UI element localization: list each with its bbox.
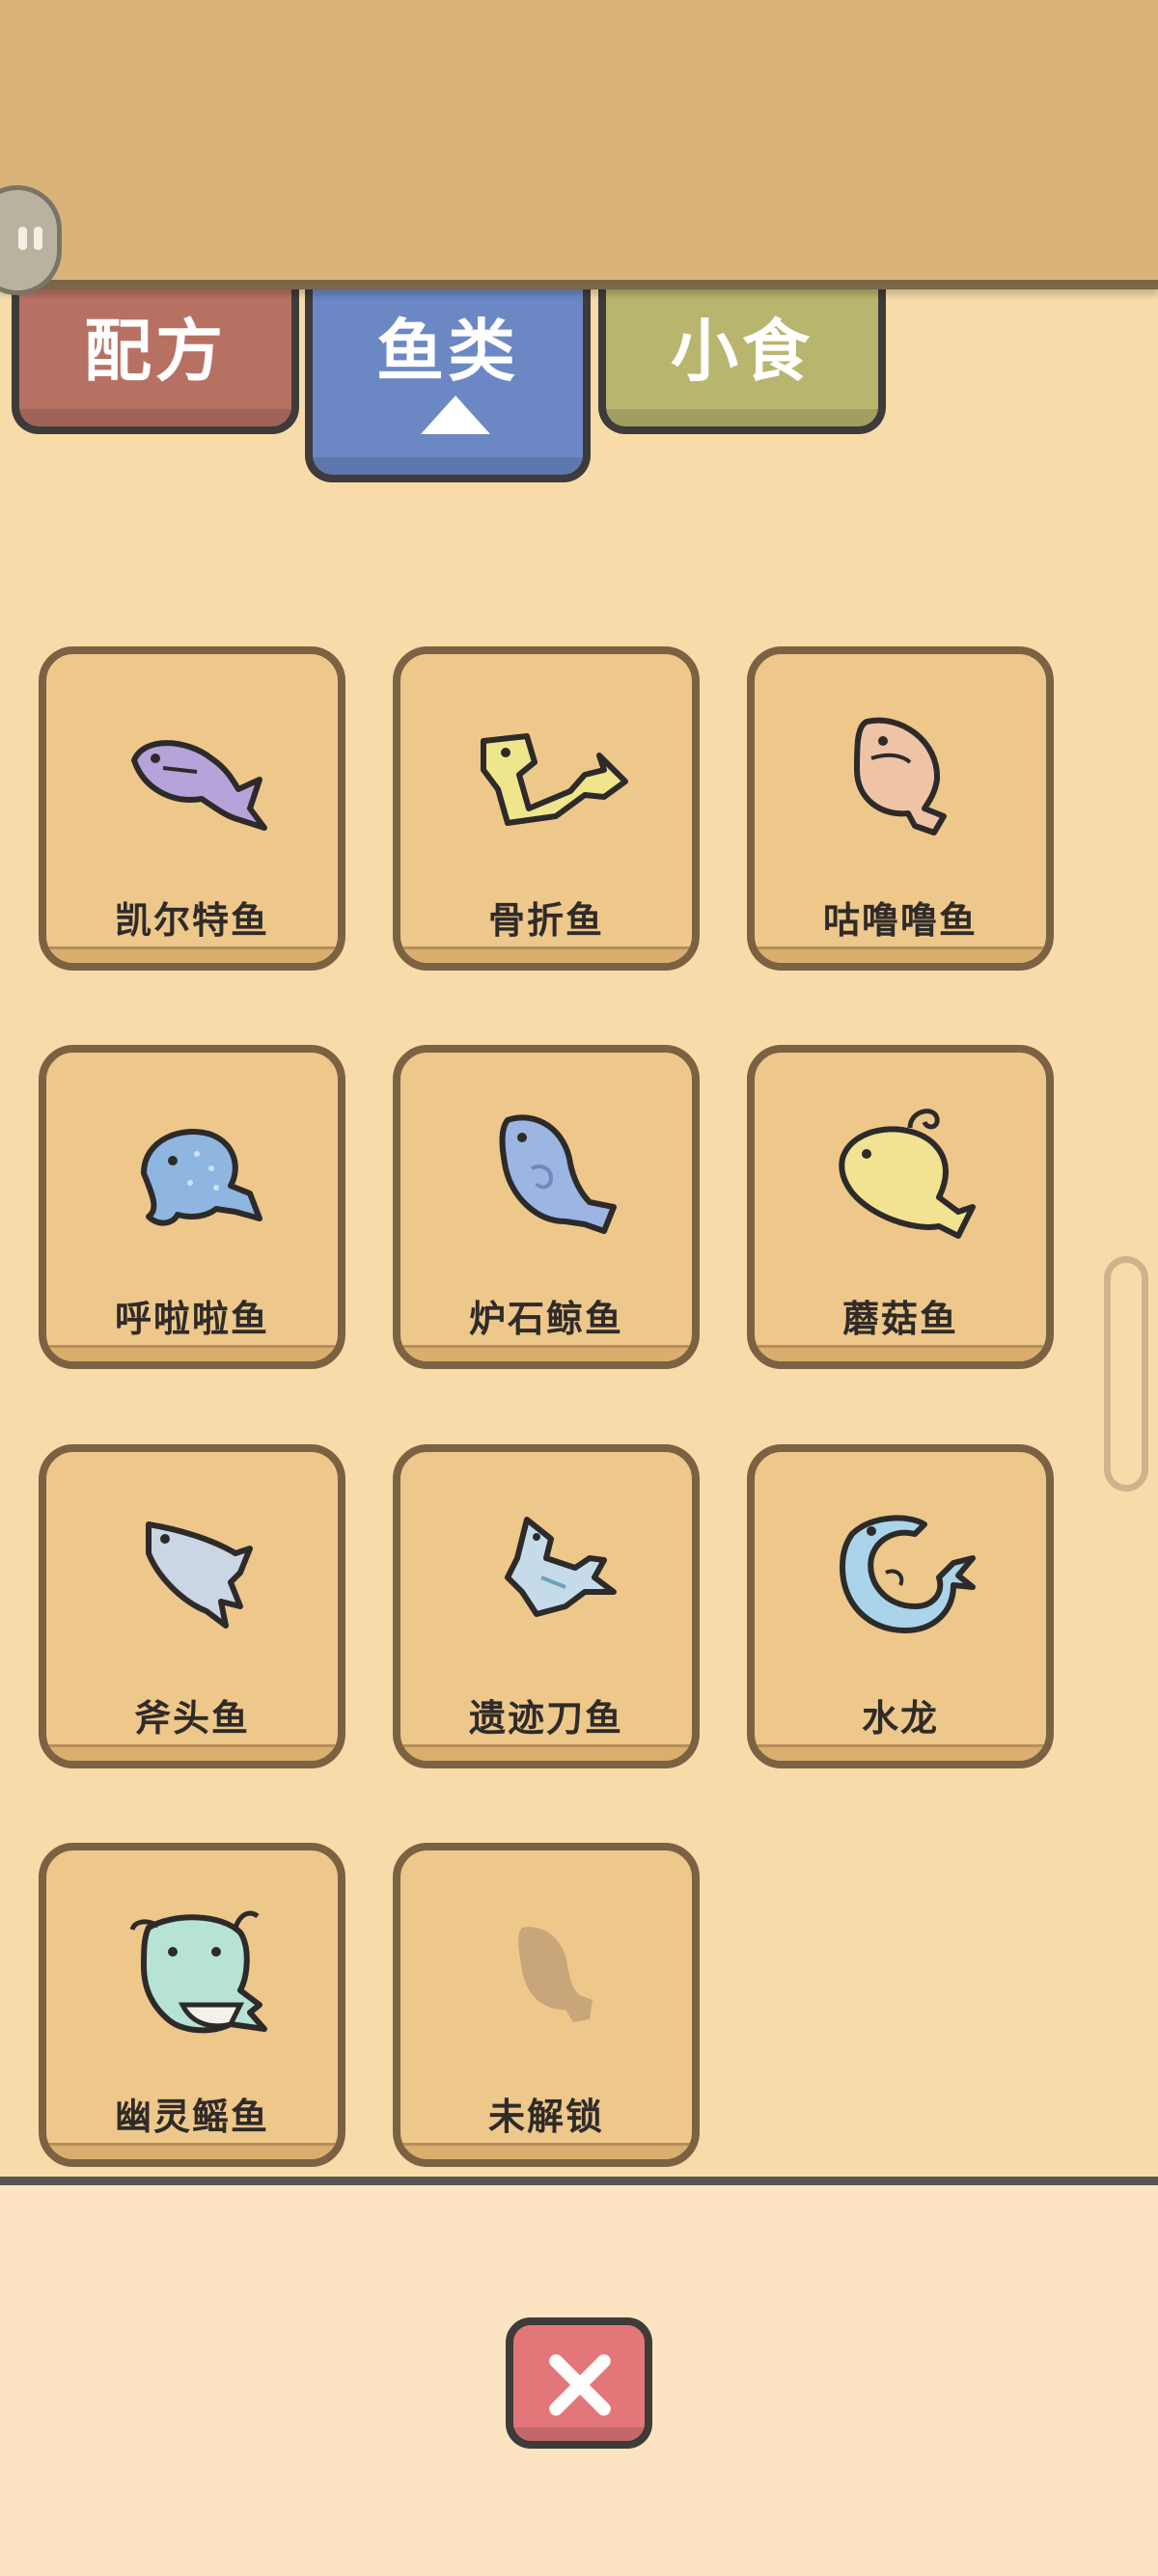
close-button[interactable] [506,2317,652,2449]
fish-name: 幽灵鳐鱼 [114,2096,269,2138]
purple-fish-icon [131,740,267,831]
scrollbar-handle[interactable] [1104,1256,1148,1492]
fish-card[interactable]: 凯尔特鱼 [39,646,345,971]
fish-name: 遗迹刀鱼 [468,1697,623,1740]
blue-spotted-fish-icon [141,1128,262,1226]
fish-name: 呼啦啦鱼 [114,1298,269,1340]
tab-recipe-label: 配方 [84,312,227,391]
fish-name: 水龙 [861,1697,939,1740]
locked-fish-silhouette-icon [518,1927,593,2022]
fish-name: 蘑菇鱼 [841,1298,958,1340]
tab-recipe[interactable]: 配方 [12,270,299,434]
fish-card[interactable]: 幽灵鳐鱼 [39,1843,345,2167]
fish-name: 骨折鱼 [487,899,604,942]
selected-tab-arrow-icon [421,396,490,434]
fish-card[interactable]: 骨折鱼 [393,646,700,971]
fish-name: 炉石鲸鱼 [468,1298,623,1340]
fish-card[interactable]: 呼啦啦鱼 [39,1045,345,1369]
water-dragon-icon [840,1515,976,1633]
fish-name: 斧头鱼 [133,1697,250,1740]
tab-fish[interactable]: 鱼类 [305,270,591,482]
tab-snack[interactable]: 小食 [598,270,886,434]
grey-blue-fish-icon [146,1521,253,1629]
fish-card[interactable]: 蘑菇鱼 [747,1045,1054,1369]
handle-grip-right [34,227,42,250]
locked-fish-card[interactable]: 未解锁 [393,1843,700,2167]
fish-card[interactable]: 水龙 [747,1444,1054,1768]
fish-name: 凯尔特鱼 [114,899,269,942]
pink-round-fish-icon [854,717,947,836]
top-header-bar [0,0,1158,289]
blade-fish-icon [505,1517,617,1617]
tab-snack-label: 小食 [671,312,813,391]
blue-whale-icon [499,1114,617,1234]
fish-card[interactable]: 斧头鱼 [39,1444,345,1768]
ghost-ray-icon [129,1910,267,2034]
yellow-puffer-fish-icon [839,1109,976,1239]
fish-name: 咕噜噜鱼 [822,899,978,942]
yellow-bent-fish-icon [481,733,628,826]
fish-card[interactable]: 炉石鲸鱼 [393,1045,700,1369]
fish-card[interactable]: 咕噜噜鱼 [747,646,1054,971]
fish-card[interactable]: 遗迹刀鱼 [393,1444,700,1768]
tab-fish-label: 鱼类 [376,312,519,391]
handle-grip-left [18,227,27,250]
fish-name: 未解锁 [487,2096,604,2138]
